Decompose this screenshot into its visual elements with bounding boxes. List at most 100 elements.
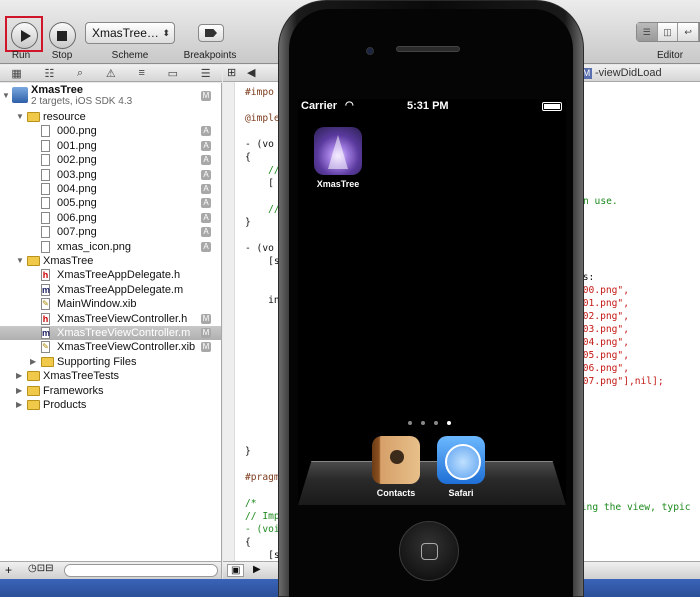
file-row[interactable]: h XmasTreeViewController.h M [0,312,221,326]
file-row[interactable]: h XmasTreeAppDelegate.h [0,268,221,282]
disclosure-closed-icon[interactable]: ▶ [30,357,38,366]
add-icon[interactable]: + [5,563,12,577]
breakpoint-navigator-icon[interactable]: ▭ [168,67,178,80]
image-file-icon [41,183,50,195]
folder-row[interactable]: ▶ XmasTreeTests [0,369,221,383]
code-line: @imple [245,113,280,124]
app-safari[interactable]: Safari [431,436,491,498]
header-file-icon: h [41,312,50,325]
disclosure-open-icon[interactable]: ▼ [2,92,10,100]
run-label: Run [11,50,31,61]
file-row[interactable]: m XmasTreeViewController.m M [0,326,221,340]
file-label: XmasTreeViewController.xib [57,341,196,354]
file-label: 001.png [57,139,97,152]
folder-row[interactable]: ▶ Frameworks [0,384,221,398]
code-string-list: 000.png", 001.png", 002.png", 003.png", 004.… [577,284,664,388]
disclosure-closed-icon[interactable]: ▶ [16,372,24,380]
page-dot [421,421,425,425]
code-line: // [245,165,280,176]
code-line: #impo [245,87,274,98]
file-label: Supporting Files [57,355,137,368]
speaker-grille [396,46,460,52]
image-file-icon [41,240,50,253]
file-row[interactable]: xmas_icon.png A [0,240,221,254]
file-label: XmasTreeViewController.m [57,327,191,339]
code-line: - (vo [245,139,274,150]
project-row[interactable]: ▼ XmasTree 2 targets, iOS SDK 4.3 M [0,83,221,109]
folder-row[interactable]: ▶ Products [0,398,221,412]
filter-field[interactable] [64,564,218,577]
hide-debug-area-icon[interactable]: ▣ [227,564,245,577]
assistant-editor-icon[interactable]: ◫ [658,23,679,41]
code-line: /* [245,498,257,509]
disclosure-closed-icon[interactable]: ▶ [16,386,24,395]
file-row[interactable]: 000.png A [0,124,221,138]
navigator-filter-bar: + ◷⊡⊟ [0,561,222,579]
issue-navigator-icon[interactable]: ⚠ [106,67,116,80]
run-button[interactable] [10,22,38,49]
file-row[interactable]: 003.png A [0,168,221,182]
page-dot [408,421,412,425]
app-contacts[interactable]: Contacts [366,436,426,498]
code-comment-bottom: ding the view, typic [575,502,691,513]
file-label: xmas_icon.png [57,240,131,253]
project-subtitle: 2 targets, iOS SDK 4.3 [31,96,133,107]
home-button[interactable] [399,521,459,581]
editor-segmented-control[interactable]: ☰ ◫ ↩ [636,22,700,42]
scheme-popup[interactable]: XmasTree… ⬍ [85,22,175,44]
disclosure-open-icon[interactable]: ▼ [16,257,24,265]
breakpoints-button[interactable] [198,24,224,42]
version-editor-icon[interactable]: ↩ [678,23,700,41]
file-row[interactable]: m XmasTreeAppDelegate.m [0,283,221,297]
code-line: // [245,204,280,215]
code-lines-top: #impo @imple - (vo { // [ //} - (vo [s in [245,86,280,307]
file-row[interactable]: 007.png A [0,225,221,239]
file-row[interactable]: 006.png A [0,211,221,225]
code-line: { [245,152,251,163]
project-navigator-icon[interactable]: ▦ [11,67,21,80]
code-lines-bottom: }#pragm/*// Imp- (voi{ [s} [245,445,280,575]
image-file-icon [41,197,50,210]
standard-editor-icon[interactable]: ☰ [637,23,658,41]
code-line: - (voi [245,524,280,535]
file-row[interactable]: ✎ XmasTreeViewController.xib M [0,340,221,354]
folder-row[interactable]: ▼ resource [0,110,221,124]
stop-button[interactable] [48,22,76,49]
related-files-icon[interactable]: ⊞ [227,66,236,79]
project-navigator: ▼ XmasTree 2 targets, iOS SDK 4.3 M ▼ res… [0,83,222,561]
home-square-icon [421,543,438,560]
page-indicator[interactable] [408,421,451,425]
file-row[interactable]: 004.png A [0,182,221,196]
jump-bar-method[interactable]: -viewDidLoad [595,67,662,79]
folder-icon [27,256,40,266]
disclosure-closed-icon[interactable]: ▶ [16,401,24,409]
search-navigator-icon[interactable]: ⌕ [77,67,83,80]
disclosure-open-icon[interactable]: ▼ [16,113,24,121]
file-label: MainWindow.xib [57,298,137,311]
code-line: // Imp [245,511,280,522]
file-row[interactable]: 005.png A [0,196,221,210]
file-row[interactable]: 001.png A [0,139,221,153]
code-line: [ [245,178,274,189]
folder-row[interactable]: ▼ XmasTree [0,254,221,268]
file-row[interactable]: ✎ MainWindow.xib [0,297,221,311]
play-small-icon[interactable]: ▶ [253,564,261,575]
app-xmastree[interactable]: XmasTree [308,127,368,189]
debug-navigator-icon[interactable]: ≡ [138,67,144,79]
scheme-value: XmasTree… [92,26,159,40]
file-label: XmasTreeTests [43,370,120,383]
folder-row[interactable]: ▶ Supporting Files [0,355,221,369]
scm-status-badge: A [201,155,211,166]
back-icon[interactable]: ◀ [247,66,255,79]
image-file-icon [41,226,50,239]
symbol-navigator-icon[interactable]: ☷ [44,67,54,80]
scm-status-badge: M [201,313,211,324]
image-file-icon [41,125,50,138]
stop-icon [48,22,76,49]
file-label: 006.png [57,211,97,224]
file-row[interactable]: 002.png A [0,153,221,167]
log-navigator-icon[interactable]: ☰ [201,67,211,80]
recent-filter-icon[interactable]: ◷⊡⊟ [28,563,53,574]
